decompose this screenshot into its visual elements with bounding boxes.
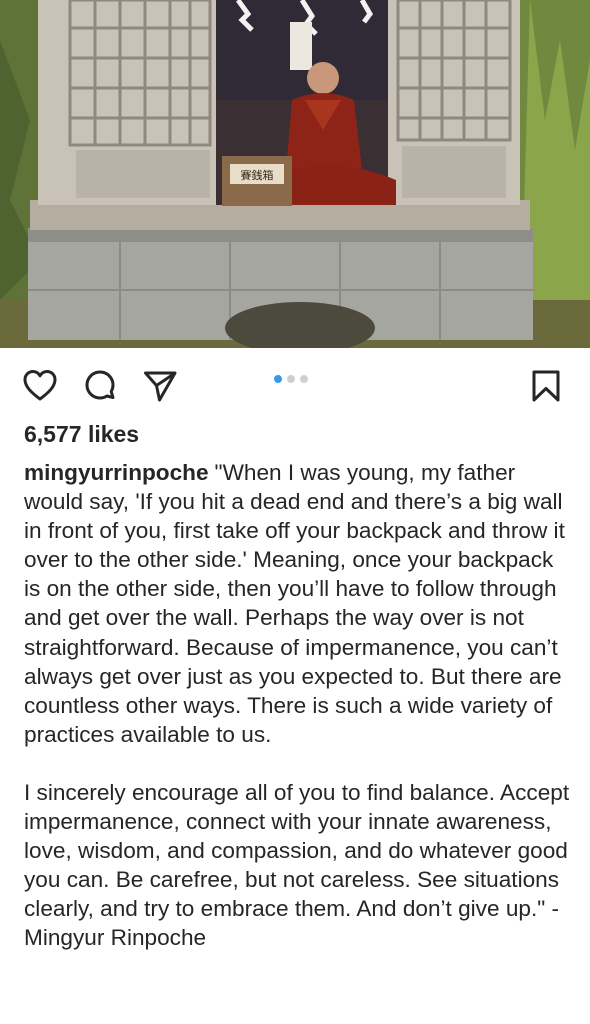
carousel-dot-active <box>274 375 282 383</box>
caption-paragraph: I sincerely encourage all of you to find… <box>24 778 572 953</box>
caption-paragraph: mingyurrinpoche "When I was young, my fat… <box>24 458 572 749</box>
paper-plane-icon[interactable] <box>142 368 178 404</box>
caption-text: I sincerely encourage all of you to find… <box>24 779 570 951</box>
post-image[interactable]: 賽銭箱 <box>0 0 590 348</box>
heart-icon[interactable] <box>22 368 58 404</box>
post-username[interactable]: mingyurrinpoche <box>24 460 209 485</box>
caption-text: "When I was young, my father would say, … <box>24 460 565 747</box>
carousel-dot <box>300 375 308 383</box>
comment-bubble-icon[interactable] <box>82 368 118 404</box>
carousel-dot <box>287 375 295 383</box>
carousel-indicator <box>274 375 308 385</box>
svg-text:賽銭箱: 賽銭箱 <box>241 168 274 182</box>
post-caption: mingyurrinpoche "When I was young, my fat… <box>24 458 572 953</box>
bookmark-icon[interactable] <box>528 368 564 404</box>
likes-count[interactable]: 6,577 likes <box>24 421 139 448</box>
shrine-photo: 賽銭箱 <box>0 0 590 348</box>
